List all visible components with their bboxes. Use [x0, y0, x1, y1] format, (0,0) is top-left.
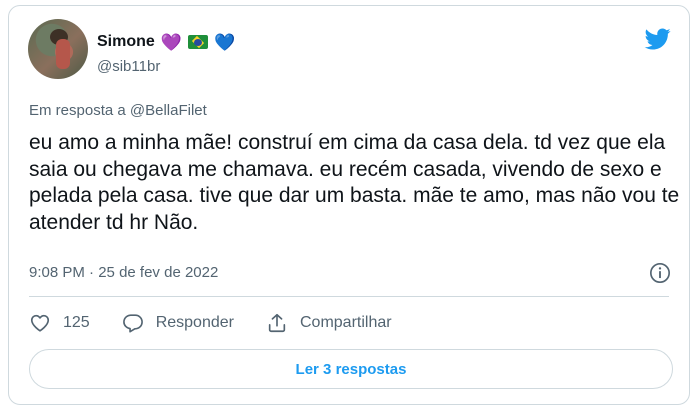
- tweet-text: eu amo a minha mãe! construí em cima da …: [29, 131, 680, 234]
- author-name-row: Simone 💜 💙: [97, 33, 235, 51]
- read-replies-button[interactable]: Ler 3 respostas: [29, 349, 673, 389]
- reply-context: Em resposta a @BellaFilet: [29, 102, 207, 119]
- share-button[interactable]: Compartilhar: [266, 312, 392, 334]
- divider: [29, 296, 669, 297]
- info-icon[interactable]: [649, 262, 671, 284]
- twitter-bird-icon[interactable]: [643, 26, 673, 52]
- like-button[interactable]: 125: [29, 312, 90, 334]
- tweet-time: 9:08 PM: [29, 264, 85, 281]
- display-name[interactable]: Simone: [97, 33, 155, 51]
- heart-icon: [30, 314, 50, 332]
- brazil-flag-emoji: [187, 35, 208, 49]
- reply-to-user-link[interactable]: @BellaFilet: [130, 102, 207, 119]
- avatar[interactable]: [28, 19, 88, 79]
- tweet-timestamp[interactable]: 9:08 PM · 25 de fev de 2022: [29, 264, 218, 281]
- reply-bubble-icon: [122, 314, 143, 333]
- action-bar: 125 Responder Compartilhar: [29, 312, 424, 334]
- reply-button[interactable]: Responder: [122, 312, 234, 334]
- tweet-card: Simone 💜 💙 @sib11br Em resposta a @Bella…: [8, 5, 690, 405]
- tweet-date: 25 de fev de 2022: [98, 264, 219, 281]
- user-handle[interactable]: @sib11br: [97, 58, 160, 75]
- reply-label: Responder: [155, 314, 234, 331]
- purple-heart-emoji: 💜: [160, 32, 182, 52]
- like-count: 125: [63, 314, 90, 331]
- blue-heart-emoji: 💙: [213, 32, 236, 52]
- share-icon: [268, 313, 286, 333]
- share-label: Compartilhar: [299, 314, 392, 331]
- reply-to-prefix: Em resposta a: [29, 102, 126, 119]
- meta-separator: ·: [89, 264, 95, 281]
